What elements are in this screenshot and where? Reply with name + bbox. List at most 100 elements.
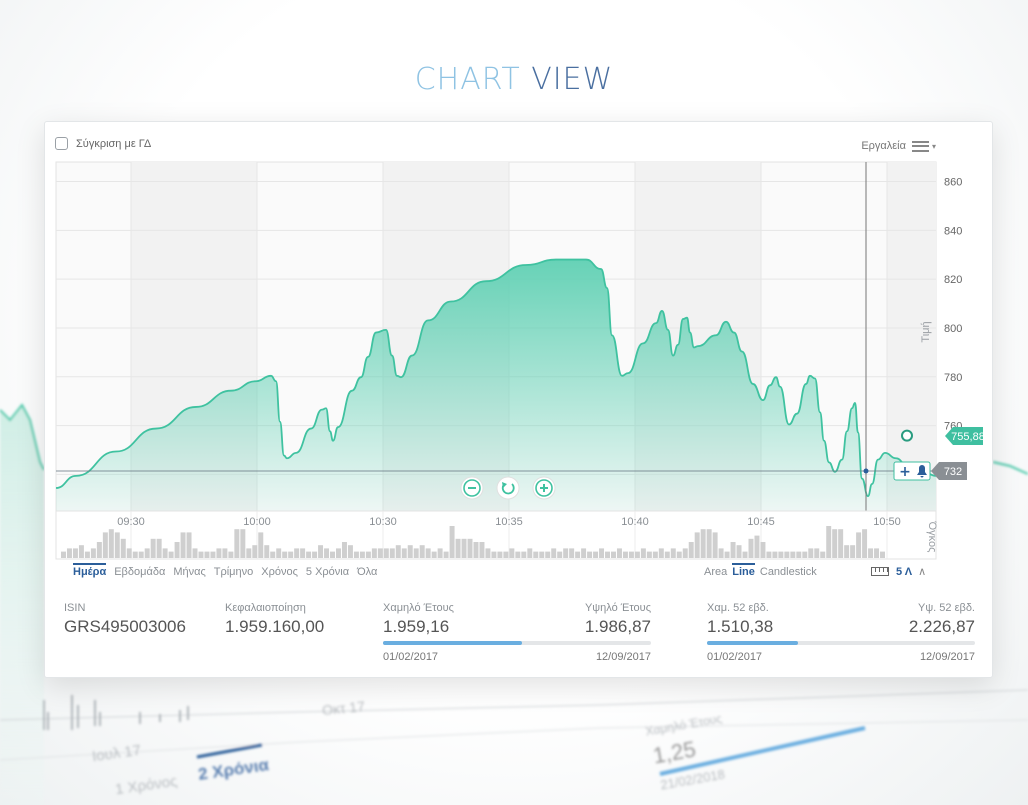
volume-bar — [234, 529, 240, 558]
volume-bar — [270, 551, 276, 558]
volume-bar — [515, 551, 521, 558]
week52-high-value: 2.226,87 — [908, 617, 975, 636]
x-tick-label: 10:30 — [369, 516, 397, 528]
period-week[interactable]: Εβδομάδα — [114, 566, 165, 580]
volume-bar — [497, 551, 503, 558]
volume-bar — [228, 551, 234, 558]
volume-bar — [694, 532, 700, 558]
market-cap-label: Κεφαλαιοποίηση — [225, 602, 306, 614]
volume-bar — [706, 529, 712, 558]
week52-range-fill — [707, 641, 799, 645]
volume-bar — [306, 551, 312, 558]
page-title-part1: CHART — [414, 62, 521, 97]
volume-bar — [90, 548, 96, 558]
volume-bar — [754, 535, 760, 558]
volume-bar — [820, 551, 826, 558]
y-tick-label: 860 — [944, 177, 962, 189]
volume-bar — [162, 548, 168, 558]
volume-bar — [748, 538, 754, 558]
x-tick-label: 09:30 — [117, 516, 145, 528]
volume-bar — [634, 551, 640, 558]
zoom-in-button[interactable] — [532, 476, 556, 500]
volume-bar — [407, 545, 413, 558]
chart-type-area[interactable]: Area — [704, 566, 727, 578]
volume-bar — [114, 532, 120, 558]
volume-bar — [341, 542, 347, 558]
volume-panel: 09:30 10:00 10:30 10:35 10:40 10:45 10:50 — [55, 510, 937, 560]
chart-type-candlestick[interactable]: Candlestick — [760, 566, 817, 578]
volume-bar — [288, 551, 294, 558]
volume-bar — [156, 538, 162, 558]
x-tick-label: 10:45 — [747, 516, 775, 528]
volume-bar — [718, 548, 724, 558]
price-chart[interactable]: 860840820800780760740 Τιμή 755,88 732 + — [45, 122, 994, 562]
volume-bar — [84, 551, 90, 558]
volume-bar — [616, 548, 622, 558]
volume-bar — [808, 548, 814, 558]
price-tag: 755,88 — [945, 427, 985, 445]
volume-bar — [395, 545, 401, 558]
volume-bar — [760, 542, 766, 558]
range-zoom-control[interactable]: 5 Λ ∧ — [871, 565, 926, 578]
chart-type-selector: Area Line Candlestick — [704, 563, 822, 578]
week52-high-label: Υψ. 52 εβδ. — [918, 602, 975, 614]
add-alert-icon[interactable]: + — [899, 464, 911, 480]
chart-card: Σύγκριση με ΓΔ Εργαλεία ▾ 860 840 820 800 78… — [44, 121, 993, 678]
zoom-label: 5 Λ — [896, 565, 913, 578]
volume-bar — [61, 551, 66, 558]
volume-bar — [78, 545, 84, 558]
volume-bar — [389, 548, 395, 558]
volume-bar — [533, 551, 539, 558]
alert-controls[interactable]: + — [893, 461, 931, 481]
volume-bar — [622, 551, 628, 558]
volume-bar — [862, 529, 868, 558]
volume-bar — [539, 551, 545, 558]
volume-bar — [330, 551, 335, 558]
volume-bar — [880, 551, 885, 558]
volume-bar — [605, 551, 610, 558]
volume-bar — [258, 532, 264, 558]
y-axis-label: Τιμή — [920, 321, 932, 342]
period-all[interactable]: Όλα — [357, 566, 377, 580]
volume-bar — [736, 545, 742, 558]
volume-bar — [778, 551, 784, 558]
volume-bar — [509, 548, 515, 558]
volume-bar — [455, 538, 461, 558]
volume-bar — [312, 551, 318, 558]
volume-bar — [874, 548, 880, 558]
volume-bar — [347, 545, 353, 558]
isin-block: ISIN GRS495003006 — [64, 602, 186, 637]
y-tick-label: 780 — [944, 372, 962, 384]
period-selector: Ημέρα Εβδομάδα Μήνας Τρίμηνο Χρόνος 5 Χρ… — [73, 563, 385, 580]
volume-bar — [276, 548, 282, 558]
volume-bar — [682, 548, 688, 558]
year-low-value: 1.959,16 — [383, 617, 450, 636]
volume-bar — [96, 542, 102, 558]
volume-bar — [521, 551, 527, 558]
year-range-block: Χαμηλό Έτους Υψηλό Έτους 1.959,16 1.986,… — [383, 602, 651, 663]
week52-range-block: Χαμ. 52 εβδ. Υψ. 52 εβδ. 1.510,38 2.226,… — [707, 602, 975, 663]
volume-bar — [108, 529, 114, 558]
zoom-out-button[interactable] — [460, 476, 484, 500]
x-tick-label: 10:35 — [495, 516, 523, 528]
volume-bar — [796, 551, 802, 558]
chart-type-line[interactable]: Line — [732, 563, 755, 578]
volume-bar — [198, 551, 204, 558]
period-month[interactable]: Μήνας — [173, 566, 205, 580]
volume-bar — [670, 548, 676, 558]
week52-low-label: Χαμ. 52 εβδ. — [707, 602, 769, 614]
volume-bar — [563, 548, 569, 558]
volume-bar — [336, 548, 341, 558]
page-title: CHART VIEW — [0, 62, 1028, 97]
volume-bar — [856, 532, 862, 558]
volume-bar — [377, 548, 383, 558]
period-quarter[interactable]: Τρίμηνο — [214, 566, 254, 580]
volume-bar — [204, 551, 210, 558]
period-5years[interactable]: 5 Χρόνια — [306, 566, 349, 580]
period-year[interactable]: Χρόνος — [261, 566, 298, 580]
volume-bar — [784, 551, 790, 558]
reset-zoom-button[interactable] — [496, 476, 520, 500]
chevron-up-icon[interactable]: ∧ — [918, 565, 926, 578]
period-day[interactable]: Ημέρα — [73, 563, 107, 580]
year-range-bar — [383, 641, 651, 645]
